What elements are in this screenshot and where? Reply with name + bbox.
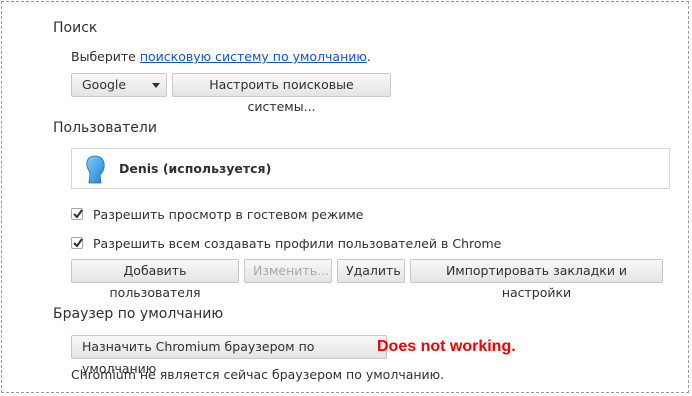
default-browser-section-title: Браузер по умолчанию <box>53 306 224 322</box>
guest-mode-label[interactable]: Разрешить просмотр в гостевом режиме <box>93 207 364 222</box>
search-section-title: Поиск <box>53 20 98 36</box>
edit-user-button[interactable]: Изменить... <box>244 259 332 283</box>
chevron-down-icon <box>152 83 160 88</box>
guest-mode-checkbox[interactable] <box>71 208 83 220</box>
import-bookmarks-button[interactable]: Импортировать закладки и настройки <box>410 259 663 300</box>
search-description: Выберите поисковую систему по умолчанию. <box>71 49 371 64</box>
allow-profiles-label[interactable]: Разрешить всем создавать профили пользов… <box>93 236 501 251</box>
search-engine-value: Google <box>82 77 127 92</box>
allow-profiles-checkbox[interactable] <box>71 237 83 249</box>
user-avatar-icon <box>84 155 106 189</box>
search-description-prefix: Выберите <box>71 49 140 64</box>
manage-search-engines-button[interactable]: Настроить поисковые системы... <box>172 73 391 114</box>
default-search-engine-link[interactable]: поисковую систему по умолчанию <box>140 49 367 64</box>
add-user-button[interactable]: Добавить пользователя <box>71 259 239 300</box>
annotation-text: Does not working. <box>377 338 516 355</box>
user-list: Denis (используется) <box>71 148 670 189</box>
checkmark-icon <box>73 238 83 248</box>
default-browser-status: Chromium не является сейчас браузером по… <box>71 367 445 382</box>
current-user-name: Denis (используется) <box>119 161 272 176</box>
users-section-title: Пользователи <box>53 120 157 136</box>
search-description-suffix: . <box>366 49 371 64</box>
make-default-browser-button[interactable]: Назначить Chromium браузером по умолчани… <box>71 335 387 376</box>
checkmark-icon <box>73 209 83 219</box>
delete-user-button[interactable]: Удалить <box>337 259 405 283</box>
search-engine-select[interactable]: Google <box>71 73 167 97</box>
